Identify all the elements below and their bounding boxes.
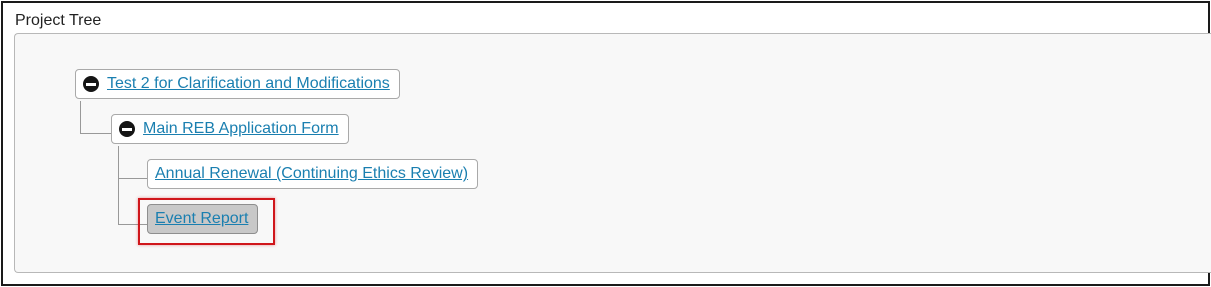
tree-node-link[interactable]: Annual Renewal (Continuing Ethics Review…: [155, 165, 468, 183]
tree-node-link[interactable]: Main REB Application Form: [143, 120, 339, 138]
tree-node-link[interactable]: Test 2 for Clarification and Modificatio…: [107, 75, 390, 93]
collapse-icon[interactable]: [83, 76, 99, 92]
panel-title: Project Tree: [15, 12, 102, 29]
tree-connector: [118, 178, 148, 179]
project-tree-window: Project Tree Test 2 for Clarification an…: [1, 1, 1211, 286]
tree-connector: [80, 133, 112, 134]
tree-connector: [118, 146, 119, 225]
tree-node-annual-renewal[interactable]: Annual Renewal (Continuing Ethics Review…: [147, 159, 479, 189]
tree-node-project[interactable]: Test 2 for Clarification and Modificatio…: [75, 69, 400, 99]
tree-connector: [80, 101, 81, 134]
collapse-icon[interactable]: [119, 121, 135, 137]
tree-node-main-application[interactable]: Main REB Application Form: [111, 114, 349, 144]
selection-highlight: [138, 198, 275, 245]
